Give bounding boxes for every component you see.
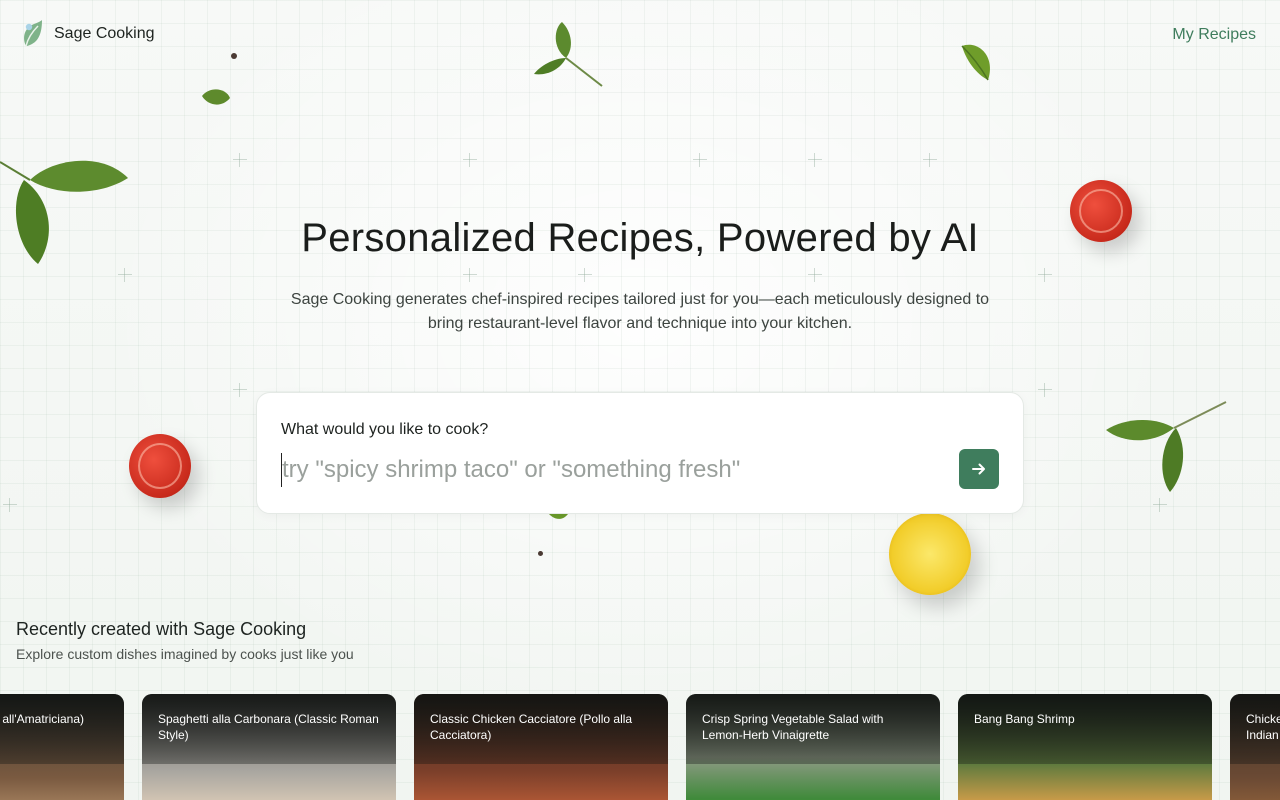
grid-plus [233,383,247,397]
grid-plus [808,153,822,167]
recipe-card-title: all'Amatriciana) [2,712,84,726]
submit-search-button[interactable] [959,449,999,489]
recipe-card[interactable]: Crisp Spring Vegetable Salad with Lemon-… [686,694,940,800]
recent-section-title: Recently created with Sage Cooking [16,619,307,639]
recipe-card-title: Chicke Indian [1246,712,1280,742]
recipe-card[interactable]: Bang Bang Shrimp [958,694,1212,800]
basil-leaf-icon [1106,401,1227,492]
recent-section-subtitle: Explore custom dishes imagined by cooks … [16,646,354,662]
grid-plus [233,153,247,167]
search-card: What would you like to cook? [256,392,1024,514]
grid-plus [1153,498,1167,512]
recipe-search-input[interactable] [281,453,941,487]
tomato-slice-icon [129,434,191,498]
grid-plus [463,268,477,282]
grid-plus [693,153,707,167]
grid-plus [578,268,592,282]
brand-logo[interactable]: Sage Cooking [20,20,155,48]
arrow-right-icon [972,463,985,475]
grid-plus [923,153,937,167]
hero-title: Personalized Recipes, Powered by AI [301,216,979,260]
recipe-card[interactable]: Classic Chicken Cacciatore (Pollo alla C… [414,694,668,800]
card-shade [0,694,124,764]
peppercorn-icon [538,551,543,556]
my-recipes-link[interactable]: My Recipes [1172,26,1256,44]
recipe-carousel[interactable]: all'Amatriciana) Spaghetti alla Carbonar… [0,694,1280,800]
grid-plus [1038,268,1052,282]
card-shade [958,694,1212,764]
recipe-card-title: Bang Bang Shrimp [974,712,1075,726]
recipe-card[interactable]: Spaghetti alla Carbonara (Classic Roman … [142,694,396,800]
brand-name: Sage Cooking [54,25,155,42]
recipe-card[interactable]: Chicke Indian [1230,694,1280,800]
grid-plus [118,268,132,282]
top-header: Sage Cooking My Recipes [0,0,1280,70]
basil-leaf-icon [202,89,230,105]
grid-plus [3,498,17,512]
grid-plus [1038,383,1052,397]
grid-plus [808,268,822,282]
recipe-card[interactable]: all'Amatriciana) [0,694,124,800]
recipe-card-title: Crisp Spring Vegetable Salad with Lemon-… [702,712,884,742]
lemon-slice-icon [889,513,971,595]
recipe-card-title: Classic Chicken Cacciatore (Pollo alla C… [430,712,633,742]
hero-subtitle: Sage Cooking generates chef-inspired rec… [290,291,990,332]
leaf-icon [24,20,42,47]
search-label: What would you like to cook? [281,421,489,438]
grid-plus [463,153,477,167]
recipe-card-title: Spaghetti alla Carbonara (Classic Roman … [158,712,379,742]
